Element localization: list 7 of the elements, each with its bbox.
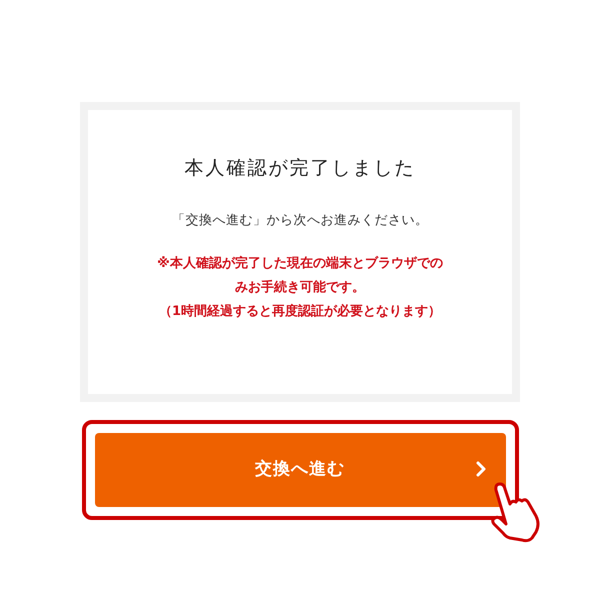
proceed-button[interactable]: 交換へ進む (94, 433, 506, 507)
notice-text: ※本人確認が完了した現在の端末とブラウザでの (157, 254, 443, 273)
completion-title: 本人確認が完了しました (184, 156, 416, 181)
chevron-right-icon (476, 461, 486, 477)
notice-text: （1時間経過すると再度認証が必要となります） (158, 302, 442, 321)
notice-text: みお手続き可能です。 (234, 278, 365, 297)
instruction-text: 「交換へ進む」から次へお進みください。 (172, 212, 428, 230)
